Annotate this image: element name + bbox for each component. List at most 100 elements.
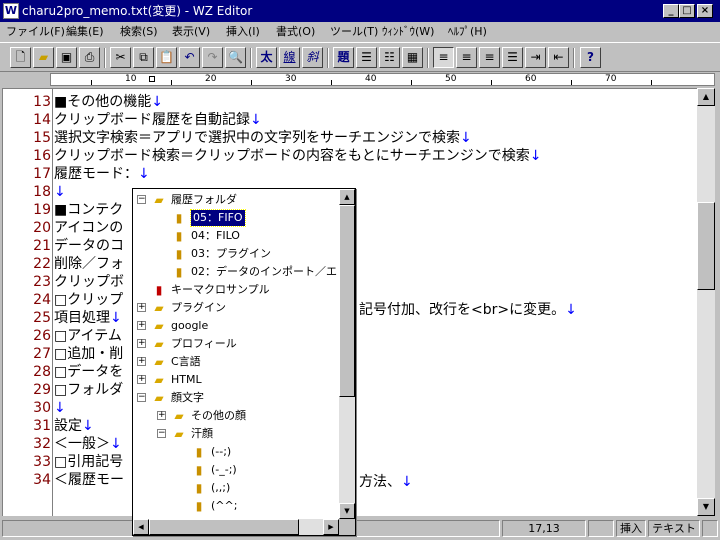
paste-button[interactable]: 📋 (156, 47, 177, 68)
expand-icon[interactable]: + (137, 357, 146, 366)
text-line[interactable]: ■コンテク (54, 201, 123, 219)
text-line[interactable]: 削除／フォ (54, 255, 124, 273)
tree-item[interactable]: ▮ キーマクロサンプル (133, 281, 339, 299)
collapse-icon[interactable]: − (137, 393, 146, 402)
text-line[interactable]: ↓ (54, 183, 66, 201)
italic-button[interactable]: 斜 (302, 47, 323, 68)
popup-scroll-left-button[interactable]: ◀ (133, 519, 149, 535)
popup-vertical-scrollbar[interactable]: ▲ ▼ (339, 189, 355, 519)
help-button[interactable]: ? (580, 47, 601, 68)
popup-scroll-down-button[interactable]: ▼ (339, 503, 355, 519)
clipboard-history-popup[interactable]: − ▰ 履歴フォルダ ▮ 05：FIFO ▮ 04：FILO ▮ 03：プラグイン ▮ 02：データ… (132, 188, 356, 536)
text-line[interactable]: □クリップ (54, 291, 123, 309)
bullet-list-button[interactable]: ☰ (356, 47, 377, 68)
bold-button[interactable]: 太 (256, 47, 277, 68)
tree-item[interactable]: ▮ 05：FIFO (133, 209, 339, 227)
scroll-down-button[interactable]: ▼ (697, 498, 715, 516)
outdent-button[interactable]: ⇤ (548, 47, 569, 68)
align-center-button[interactable]: ≡ (456, 47, 477, 68)
text-line[interactable]: クリップボ (54, 273, 124, 291)
expand-icon[interactable]: + (137, 375, 146, 384)
text-line[interactable]: ＜一般＞↓ (54, 435, 122, 453)
popup-scroll-thumb[interactable] (339, 205, 355, 397)
tree-item[interactable]: + ▰ その他の顔 (133, 407, 339, 425)
menu-help[interactable]: ﾍﾙﾌﾟ(H) (448, 24, 487, 39)
editor-vertical-scrollbar[interactable]: ▲ ▼ (697, 88, 715, 516)
text-line[interactable]: アイコンの (54, 219, 123, 237)
popup-scroll-up-button[interactable]: ▲ (339, 189, 355, 205)
menu-file[interactable]: ファイル(F) (6, 24, 65, 39)
copy-button[interactable]: ⧉ (133, 47, 154, 68)
find-button[interactable]: 🔍 (225, 47, 246, 68)
text-line[interactable]: データのコ (54, 237, 124, 255)
text-line[interactable]: ↓ (54, 399, 66, 417)
tree-item[interactable]: ▮ 03：プラグイン (133, 245, 339, 263)
menu-view[interactable]: 表示(V) (172, 24, 210, 39)
tree-item[interactable]: ▮ (,,;) (133, 479, 339, 497)
tree-item[interactable]: + ▰ プロフィール (133, 335, 339, 353)
tree-item[interactable]: ▮ (-_-;) (133, 461, 339, 479)
menu-edit[interactable]: 編集(E) (66, 24, 104, 39)
print-button[interactable]: ⎙ (79, 47, 100, 68)
undo-button[interactable]: ↶ (179, 47, 200, 68)
expand-icon[interactable]: + (137, 321, 146, 330)
ruler[interactable]: 10 20 30 40 50 60 70 (50, 73, 715, 86)
heading-button[interactable]: 題 (333, 47, 354, 68)
tree-item[interactable]: + ▰ C言語 (133, 353, 339, 371)
popup-scroll-right-button[interactable]: ▶ (323, 519, 339, 535)
tree-item[interactable]: + ▰ HTML (133, 371, 339, 389)
menu-tools[interactable]: ツール(T) (330, 24, 378, 39)
size-grip[interactable] (702, 520, 718, 537)
tree-item[interactable]: ▮ 02：データのインポート／エ (133, 263, 339, 281)
underline-button[interactable]: 線 (279, 47, 300, 68)
text-line[interactable]: ■その他の機能↓ (54, 93, 163, 111)
cut-button[interactable]: ✂ (110, 47, 131, 68)
menu-insert[interactable]: 挿入(I) (226, 24, 260, 39)
text-line[interactable]: 選択文字検索＝アプリで選択中の文字列をサーチエンジンで検索↓ (54, 129, 472, 147)
open-file-button[interactable]: ▰ (33, 47, 54, 68)
text-line[interactable]: □アイテム (54, 327, 122, 345)
expand-icon[interactable]: + (137, 303, 146, 312)
text-line[interactable]: □引用記号 (54, 453, 123, 471)
align-left-button[interactable]: ≡ (433, 47, 454, 68)
expand-icon[interactable]: + (157, 411, 166, 420)
file-type[interactable]: テキスト (648, 520, 700, 537)
tree-item[interactable]: − ▰ 汗顔 (133, 425, 339, 443)
popup-hscroll-thumb[interactable] (149, 519, 299, 535)
close-button[interactable]: × (697, 4, 713, 18)
new-file-button[interactable]: 🗋 (10, 47, 31, 68)
collapse-icon[interactable]: − (137, 195, 146, 204)
text-line[interactable]: 履歴モード：↓ (54, 165, 150, 183)
align-right-button[interactable]: ≡ (479, 47, 500, 68)
expand-icon[interactable]: + (137, 339, 146, 348)
insert-mode[interactable]: 挿入 (616, 520, 646, 537)
tree-item[interactable]: − ▰ 顔文字 (133, 389, 339, 407)
tree-item[interactable]: ▮ (^^; (133, 497, 339, 515)
text-line[interactable]: ＜履歴モー (54, 471, 124, 489)
menu-window[interactable]: ｳｨﾝﾄﾞｳ(W) (382, 24, 434, 39)
table-button[interactable]: ▦ (402, 47, 423, 68)
app-icon[interactable]: W (3, 3, 19, 19)
indent-button[interactable]: ⇥ (525, 47, 546, 68)
tree-item[interactable]: + ▰ プラグイン (133, 299, 339, 317)
justify-button[interactable]: ☰ (502, 47, 523, 68)
text-line[interactable]: □フォルダ (54, 381, 123, 399)
redo-button[interactable]: ↷ (202, 47, 223, 68)
text-line[interactable]: □追加・削 (54, 345, 123, 363)
text-line[interactable]: 設定↓ (54, 417, 94, 435)
text-line[interactable]: □データを (54, 363, 123, 381)
text-line[interactable]: クリップボード検索＝クリップボードの内容をもとにサーチエンジンで検索↓ (54, 147, 541, 165)
tree-item[interactable]: ▮ 04：FILO (133, 227, 339, 245)
popup-horizontal-scrollbar[interactable]: ◀ ▶ (133, 519, 339, 535)
collapse-icon[interactable]: − (157, 429, 166, 438)
title-bar[interactable]: W charu2pro_memo.txt(変更) - WZ Editor _ □… (0, 0, 720, 22)
scroll-thumb[interactable] (697, 202, 715, 290)
menu-format[interactable]: 書式(O) (276, 24, 315, 39)
menu-search[interactable]: 検索(S) (120, 24, 158, 39)
numbered-list-button[interactable]: ☷ (379, 47, 400, 68)
tree-item[interactable]: − ▰ 履歴フォルダ (133, 191, 339, 209)
history-tree[interactable]: − ▰ 履歴フォルダ ▮ 05：FIFO ▮ 04：FILO ▮ 03：プラグイン ▮ 02：データ… (133, 189, 339, 519)
minimize-button[interactable]: _ (663, 4, 679, 18)
tree-item[interactable]: ▮ (--;) (133, 443, 339, 461)
text-line[interactable]: 項目処理↓ (54, 309, 122, 327)
